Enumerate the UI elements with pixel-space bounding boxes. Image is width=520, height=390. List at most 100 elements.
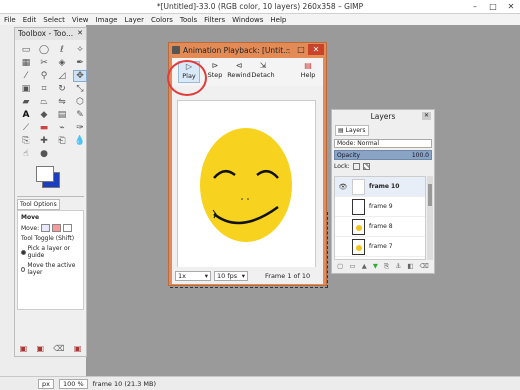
- mode-select[interactable]: Mode: Normal: [334, 139, 432, 148]
- new-layer-icon[interactable]: ▢: [337, 262, 343, 271]
- mode-row: Mode: Normal: [334, 139, 432, 148]
- step-button[interactable]: ⊳ Step: [206, 61, 224, 79]
- opacity-slider[interactable]: Opacity 100.0: [334, 150, 432, 160]
- animation-close-button[interactable]: ✕: [308, 44, 324, 55]
- save-options-icon[interactable]: ▣: [20, 344, 28, 353]
- paintbrush-icon[interactable]: ⟋: [19, 122, 33, 134]
- blend-icon[interactable]: ▤: [55, 109, 69, 121]
- layers-tab-icon: ▤: [338, 127, 344, 134]
- reset-options-icon[interactable]: ▣: [74, 344, 82, 353]
- color-select-icon[interactable]: ▦: [19, 57, 33, 69]
- restore-options-icon[interactable]: ▣: [36, 344, 44, 353]
- animation-minimize-button[interactable]: –: [282, 44, 294, 55]
- rewind-button[interactable]: ⊲ Rewind: [227, 61, 251, 79]
- paths-icon[interactable]: ✒: [73, 57, 87, 69]
- text-tool-icon[interactable]: A: [19, 109, 33, 121]
- scissors-icon[interactable]: ✂: [37, 57, 51, 69]
- close-button[interactable]: ✕: [506, 2, 516, 11]
- animation-maximize-button[interactable]: □: [295, 44, 307, 55]
- step-label: Step: [207, 71, 223, 79]
- zoom-icon[interactable]: ⚲: [37, 70, 51, 82]
- measure-icon[interactable]: ◿: [55, 70, 69, 82]
- airbrush-icon[interactable]: ⌁: [55, 122, 69, 134]
- clone-icon[interactable]: ⎘: [19, 135, 33, 147]
- foreground-select-icon[interactable]: ◈: [55, 57, 69, 69]
- fuzzy-select-icon[interactable]: ✧: [73, 44, 87, 56]
- minimize-button[interactable]: –: [470, 2, 480, 11]
- layer-row[interactable]: frame 7: [335, 237, 425, 257]
- menu-layer[interactable]: Layer: [124, 16, 144, 24]
- menu-image[interactable]: Image: [96, 16, 118, 24]
- animation-window-controls: – □ ✕: [282, 44, 324, 55]
- dodge-burn-icon[interactable]: ●: [37, 148, 51, 160]
- delete-options-icon[interactable]: ⌫: [53, 344, 64, 353]
- bucket-fill-icon[interactable]: ◆: [37, 109, 51, 121]
- new-group-icon[interactable]: ▭: [349, 262, 355, 271]
- layer-row[interactable]: 👁 frame 10: [335, 177, 425, 197]
- move-active-layer-option[interactable]: Move the active layer: [21, 262, 80, 276]
- detach-button[interactable]: ⇲ Detach: [251, 61, 274, 79]
- menu-edit[interactable]: Edit: [23, 16, 37, 24]
- move-tool-icon[interactable]: ✥: [73, 70, 87, 82]
- menu-help[interactable]: Help: [270, 16, 286, 24]
- align-icon[interactable]: ▣: [19, 83, 33, 95]
- smudge-icon[interactable]: ☝: [19, 148, 33, 160]
- move-layer-mode-icon[interactable]: [41, 224, 51, 232]
- lock-pixels-icon[interactable]: [352, 163, 360, 170]
- radio-off-icon[interactable]: [21, 266, 26, 272]
- move-path-mode-icon[interactable]: [63, 224, 73, 232]
- help-button[interactable]: ▤ Help: [299, 61, 317, 79]
- rect-select-icon[interactable]: ▭: [19, 44, 33, 56]
- pencil-icon[interactable]: ✎: [73, 109, 87, 121]
- anchor-layer-icon[interactable]: ⚓: [395, 262, 401, 271]
- layers-tab[interactable]: ▤ Layers: [335, 125, 369, 136]
- frame-counter: Frame 1 of 10: [265, 271, 311, 280]
- layer-row[interactable]: frame 9: [335, 197, 425, 217]
- menu-colors[interactable]: Colors: [151, 16, 173, 24]
- blur-icon[interactable]: 💧: [73, 135, 87, 147]
- unit-select[interactable]: px: [38, 378, 54, 389]
- tool-options-tab[interactable]: Tool Options: [17, 199, 60, 210]
- duplicate-layer-icon[interactable]: ⎘: [384, 262, 389, 271]
- menu-windows[interactable]: Windows: [232, 16, 263, 24]
- eraser-icon[interactable]: ▬: [37, 122, 51, 134]
- ellipse-select-icon[interactable]: ◯: [37, 44, 51, 56]
- scrollbar-thumb[interactable]: [428, 184, 432, 206]
- zoom-select[interactable]: 1x ▾: [175, 270, 211, 281]
- layer-list-scrollbar[interactable]: [427, 176, 433, 260]
- color-swatches[interactable]: [31, 164, 86, 194]
- menu-filters[interactable]: Filters: [204, 16, 225, 24]
- ink-icon[interactable]: ✑: [73, 122, 87, 134]
- menu-tools[interactable]: Tools: [180, 16, 197, 24]
- chevron-down-icon: ▾: [241, 271, 245, 280]
- flip-icon[interactable]: ⇋: [55, 96, 69, 108]
- menu-view[interactable]: View: [72, 16, 89, 24]
- lock-alpha-icon[interactable]: [362, 163, 370, 170]
- scale-icon[interactable]: ⤡: [73, 83, 87, 95]
- heal-icon[interactable]: ✚: [37, 135, 51, 147]
- perspective-icon[interactable]: ⏢: [37, 96, 51, 108]
- menu-file[interactable]: File: [4, 16, 16, 24]
- layer-row[interactable]: frame 8: [335, 217, 425, 237]
- rotate-icon[interactable]: ↻: [55, 83, 69, 95]
- shear-icon[interactable]: ▰: [19, 96, 33, 108]
- color-picker-icon[interactable]: ⁄: [19, 70, 33, 82]
- layers-close-icon[interactable]: ✕: [422, 112, 431, 120]
- eye-visibility-icon[interactable]: 👁: [338, 183, 348, 191]
- raise-layer-icon[interactable]: ▲: [362, 262, 367, 271]
- lower-layer-icon[interactable]: ▼: [373, 262, 378, 271]
- free-select-icon[interactable]: ℓ: [55, 44, 69, 56]
- cage-transform-icon[interactable]: ⬡: [73, 96, 87, 108]
- delete-layer-icon[interactable]: ⌫: [420, 262, 429, 271]
- radio-on-icon[interactable]: [21, 249, 26, 255]
- move-selection-mode-icon[interactable]: [52, 224, 62, 232]
- toolbox-close-button[interactable]: ✕: [77, 29, 83, 39]
- crop-icon[interactable]: ⌗: [37, 83, 51, 95]
- pick-layer-option[interactable]: Pick a layer or guide: [21, 245, 80, 259]
- zoom-select-status[interactable]: 100 %: [58, 378, 88, 389]
- menu-select[interactable]: Select: [43, 16, 65, 24]
- maximize-button[interactable]: □: [488, 2, 498, 11]
- fps-select[interactable]: 10 fps ▾: [214, 270, 248, 281]
- perspective-clone-icon[interactable]: ⎗: [55, 135, 69, 147]
- mask-layer-icon[interactable]: ◧: [407, 262, 413, 271]
